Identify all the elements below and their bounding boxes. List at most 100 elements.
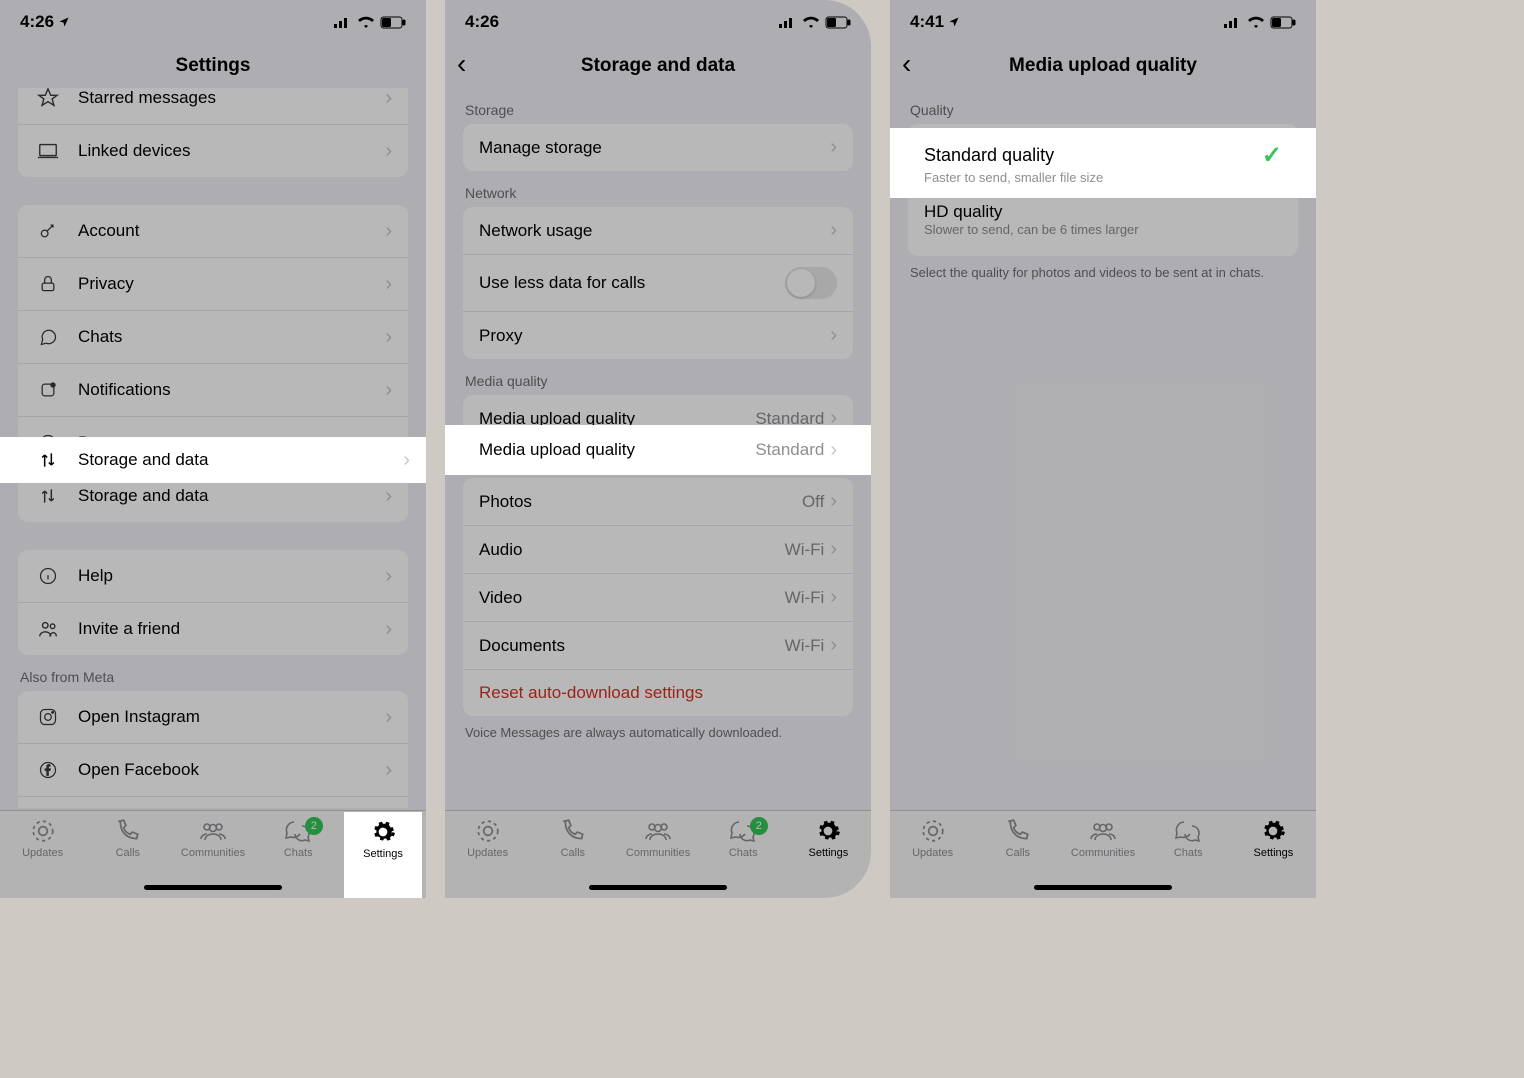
nav-header: Settings	[0, 44, 426, 88]
nav-header: ‹ Storage and data	[445, 44, 871, 88]
gear-icon	[815, 817, 841, 845]
audio-row[interactable]: Audio Wi-Fi ›	[463, 526, 853, 574]
chevron-right-icon: ›	[830, 439, 837, 462]
tab-label: Communities	[1071, 847, 1135, 859]
hd-quality-row[interactable]: HD quality Slower to send, can be 6 time…	[908, 190, 1298, 256]
back-button[interactable]: ‹	[457, 50, 466, 78]
status-time: 4:26	[465, 12, 499, 32]
status-right	[1224, 16, 1296, 29]
chevron-right-icon: ›	[385, 759, 392, 782]
wifi-icon	[803, 16, 819, 28]
invite-friend-row[interactable]: Invite a friend ›	[18, 603, 408, 655]
chats-row[interactable]: Chats ›	[18, 311, 408, 364]
gear-icon	[1260, 817, 1286, 845]
status-right	[779, 16, 851, 29]
photos-row[interactable]: Photos Off ›	[463, 478, 853, 526]
battery-icon	[825, 16, 851, 29]
instagram-icon	[34, 703, 62, 731]
communities-icon	[199, 817, 227, 845]
tab-settings[interactable]: Settings	[1231, 817, 1316, 898]
chevron-right-icon: ›	[385, 220, 392, 243]
chevron-right-icon: ›	[830, 490, 837, 513]
row-label: Use less data for calls	[479, 273, 785, 293]
badge: 2	[305, 817, 323, 835]
page-title: Settings	[176, 55, 251, 77]
tab-label: Communities	[181, 847, 245, 859]
row-label: Storage and data	[78, 486, 385, 506]
proxy-row[interactable]: Proxy ›	[463, 312, 853, 359]
people-icon	[34, 615, 62, 643]
updates-icon	[920, 817, 946, 845]
chevron-right-icon: ›	[830, 586, 837, 609]
nav-header: ‹ Media upload quality	[890, 44, 1316, 88]
toggle-off[interactable]	[785, 267, 837, 299]
video-row[interactable]: Video Wi-Fi ›	[463, 574, 853, 622]
chevron-right-icon: ›	[385, 565, 392, 588]
tab-settings[interactable]: Settings	[786, 817, 871, 898]
lock-icon	[34, 270, 62, 298]
status-time: 4:26	[20, 12, 70, 32]
row-label: Reset auto-download settings	[479, 683, 837, 703]
badge: 2	[750, 817, 768, 835]
row-label: Chats	[78, 327, 385, 347]
tab-label: Communities	[626, 847, 690, 859]
tab-label: Settings	[1254, 847, 1294, 859]
starred-messages-row[interactable]: Starred messages ›	[18, 88, 408, 125]
manage-storage-row[interactable]: Manage storage ›	[463, 124, 853, 171]
tab-updates[interactable]: Updates	[445, 817, 530, 898]
tab-label: Chats	[729, 847, 758, 859]
tab-updates[interactable]: Updates	[0, 817, 85, 898]
meta-header: Also from Meta	[0, 655, 426, 691]
communities-icon	[1089, 817, 1117, 845]
time-text: 4:26	[20, 12, 54, 32]
use-less-data-row[interactable]: Use less data for calls	[463, 255, 853, 312]
row-label: Open Facebook	[78, 760, 385, 780]
signal-icon	[779, 16, 797, 28]
tab-updates[interactable]: Updates	[890, 817, 975, 898]
reset-auto-download-row[interactable]: Reset auto-download settings	[463, 670, 853, 716]
home-indicator	[1034, 885, 1172, 890]
phone-icon	[115, 817, 141, 845]
updates-icon	[475, 817, 501, 845]
row-label: Manage storage	[479, 138, 830, 158]
storage-data-screen: 4:26 ‹ Storage and data Storage Manage s…	[445, 0, 871, 898]
row-value: Wi-Fi	[785, 636, 825, 656]
quality-note: Select the quality for photos and videos…	[890, 256, 1316, 290]
row-label: Video	[479, 588, 785, 608]
back-button[interactable]: ‹	[902, 50, 911, 78]
chevron-right-icon: ›	[830, 136, 837, 159]
location-icon	[948, 16, 960, 28]
network-usage-row[interactable]: Network usage ›	[463, 207, 853, 255]
tab-label: Settings	[363, 848, 403, 860]
tab-label: Calls	[116, 847, 140, 859]
status-right	[334, 16, 406, 29]
help-row[interactable]: Help ›	[18, 550, 408, 603]
row-sublabel: Faster to send, smaller file size	[924, 170, 1282, 185]
updates-icon	[30, 817, 56, 845]
account-row[interactable]: Account ›	[18, 205, 408, 258]
status-bar: 4:41	[890, 0, 1316, 44]
group-network: Network usage › Use less data for calls …	[463, 207, 853, 359]
chevron-right-icon: ›	[385, 485, 392, 508]
quality-header: Quality	[890, 88, 1316, 124]
highlight-storage-data: Storage and data ›	[0, 437, 426, 483]
open-threads-row[interactable]: Open Threads ›	[18, 797, 408, 808]
laptop-icon	[34, 137, 62, 165]
status-time: 4:41	[910, 12, 960, 32]
chevron-right-icon: ›	[385, 88, 392, 110]
wifi-icon	[358, 16, 374, 28]
row-label: Media upload quality	[479, 440, 755, 460]
notifications-row[interactable]: Notifications ›	[18, 364, 408, 417]
gear-icon	[370, 818, 396, 846]
open-instagram-row[interactable]: Open Instagram ›	[18, 691, 408, 744]
row-label: Invite a friend	[78, 619, 385, 639]
network-header: Network	[445, 171, 871, 207]
open-facebook-row[interactable]: Open Facebook ›	[18, 744, 408, 797]
home-indicator	[589, 885, 727, 890]
linked-devices-row[interactable]: Linked devices ›	[18, 125, 408, 177]
signal-icon	[334, 16, 352, 28]
chevron-right-icon: ›	[403, 449, 410, 472]
documents-row[interactable]: Documents Wi-Fi ›	[463, 622, 853, 670]
privacy-row[interactable]: Privacy ›	[18, 258, 408, 311]
chevron-right-icon: ›	[830, 324, 837, 347]
